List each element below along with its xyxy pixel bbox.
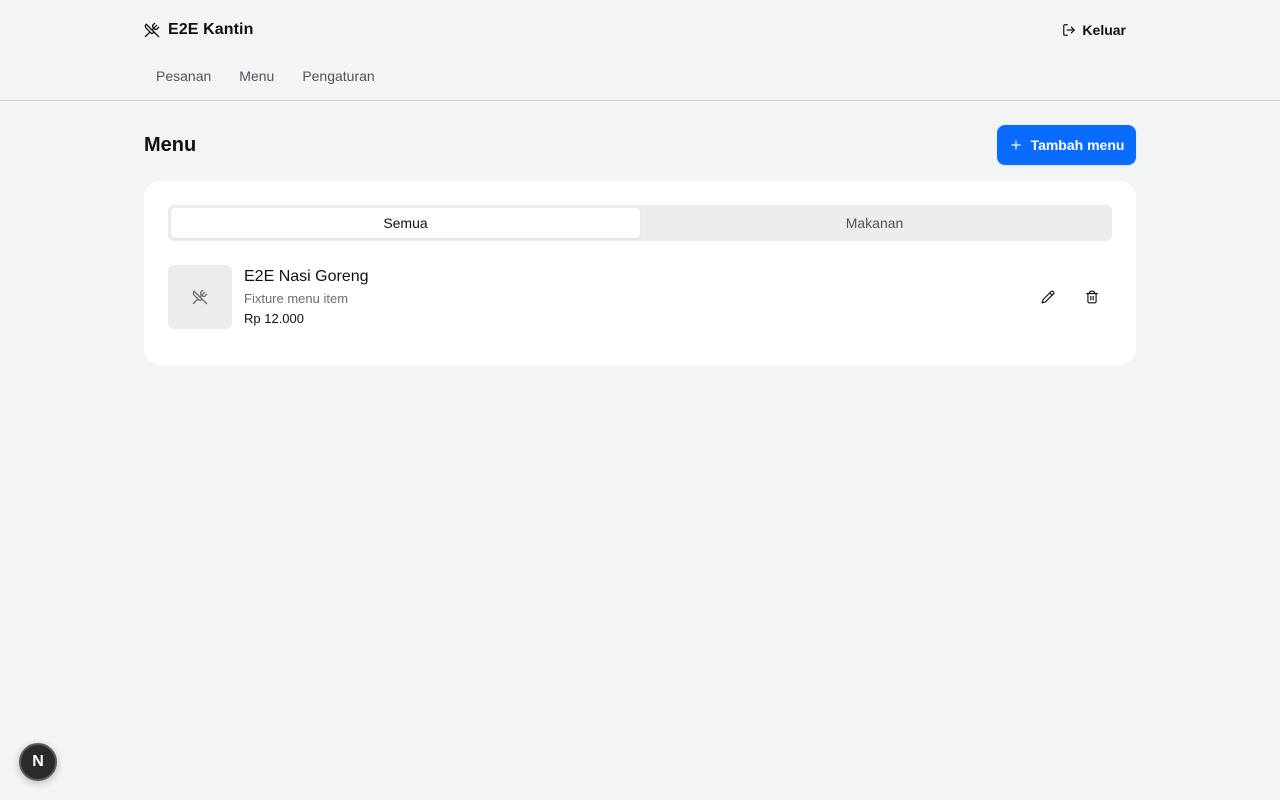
add-menu-button[interactable]: Tambah menu	[997, 125, 1136, 165]
utensils-crossed-icon	[192, 289, 208, 305]
logout-button[interactable]: Keluar	[1062, 20, 1126, 40]
tab-makanan[interactable]: Makanan	[640, 208, 1109, 238]
menu-item-description: Fixture menu item	[244, 291, 349, 306]
edit-menu-item-button[interactable]	[1034, 283, 1062, 311]
pencil-icon	[1041, 290, 1055, 304]
nextjs-logo-icon: N	[32, 753, 44, 770]
menu-item-thumbnail	[168, 265, 232, 329]
tab-semua[interactable]: Semua	[171, 208, 640, 238]
utensils-crossed-icon	[144, 22, 160, 38]
main-nav: Pesanan Menu Pengaturan	[144, 64, 391, 88]
menu-item-row: E2E Nasi Goreng Fixture menu item Rp 12.…	[168, 265, 1112, 329]
add-menu-label: Tambah menu	[1030, 137, 1125, 153]
delete-menu-item-button[interactable]	[1078, 283, 1106, 311]
nav-item-menu[interactable]: Menu	[227, 64, 286, 88]
menu-item-price: Rp 12.000	[244, 311, 304, 326]
category-tabs: Semua Makanan	[168, 205, 1112, 241]
menu-item-name: E2E Nasi Goreng	[244, 268, 369, 285]
app-header: E2E Kantin Keluar Pesanan Menu Pengatura…	[0, 0, 1280, 101]
nav-item-pesanan[interactable]: Pesanan	[144, 64, 223, 88]
nav-item-pengaturan[interactable]: Pengaturan	[290, 64, 386, 88]
plus-icon	[1009, 138, 1023, 152]
brand[interactable]: E2E Kantin	[144, 18, 253, 42]
trash-icon	[1085, 290, 1099, 304]
logout-label: Keluar	[1082, 22, 1126, 38]
log-out-icon	[1062, 23, 1076, 37]
nextjs-dev-badge[interactable]: N	[19, 743, 57, 781]
brand-name: E2E Kantin	[168, 21, 254, 38]
page-title: Menu	[144, 134, 197, 156]
menu-card: Semua Makanan E2E Nasi Goreng Fixture me…	[144, 181, 1136, 365]
